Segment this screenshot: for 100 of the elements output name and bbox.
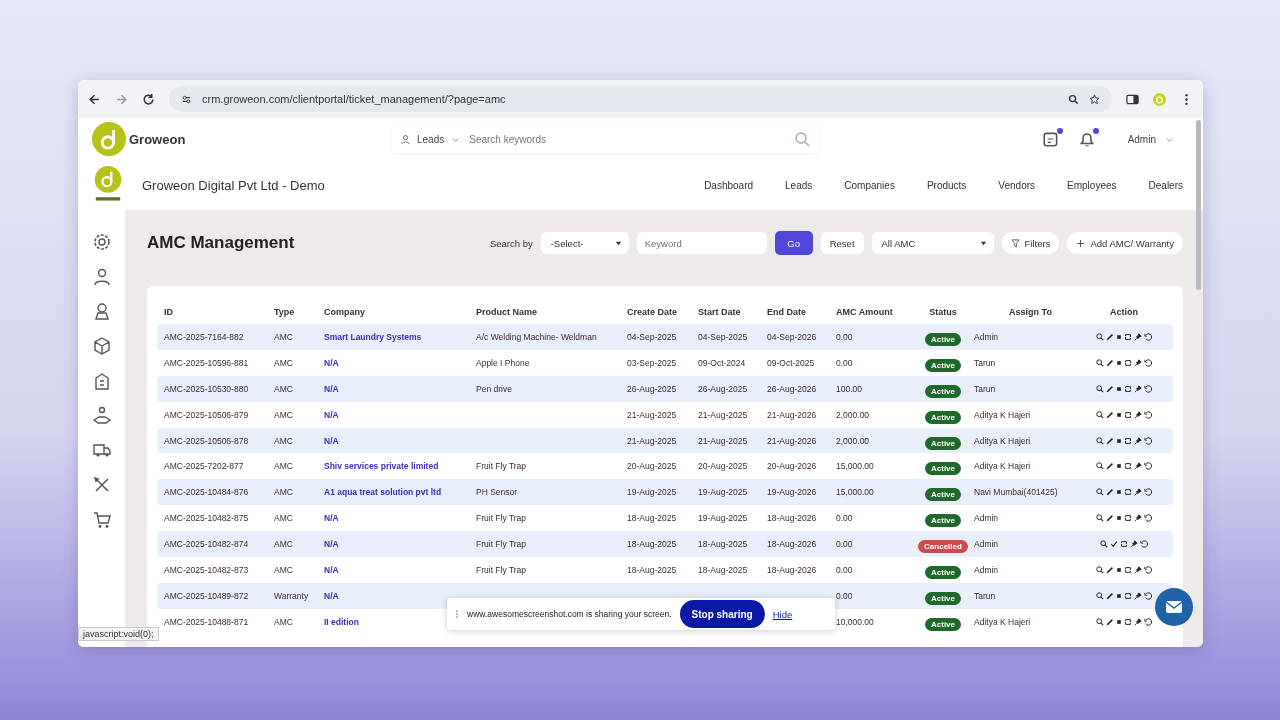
assignee-cell: Tarun (974, 357, 996, 368)
product-cell: Pen drive (476, 383, 512, 394)
date-cell: 19-Aug-2026 (767, 487, 817, 498)
column-header: Product Name (476, 307, 538, 317)
company-link[interactable]: Shiv services private limited (324, 461, 439, 472)
amount-cell: 15,000.00 (836, 461, 874, 472)
nav-link[interactable]: Leads (779, 179, 819, 191)
type-cell: AMC (274, 409, 293, 420)
company-link[interactable]: N/A (324, 383, 339, 394)
add-button[interactable]: Add AMC/ Warranty (1067, 232, 1183, 254)
company-link[interactable]: N/A (324, 409, 339, 420)
product-cell: PH Sensor (476, 487, 518, 498)
product-cell: Fruit Fly Trap (476, 513, 527, 524)
search-scope[interactable]: Leads (417, 133, 445, 145)
assignee-cell: Admin (974, 539, 999, 550)
date-cell: 20-Aug-2025 (698, 461, 748, 472)
status-badge: Active (925, 488, 961, 502)
type-cell: AMC (274, 513, 293, 524)
search-by-select[interactable]: -Select- (540, 232, 629, 254)
nav-link[interactable]: Employees (1061, 179, 1123, 191)
column-header: Create Date (627, 307, 679, 317)
status-badge: Cancelled (918, 540, 968, 554)
nav-link[interactable]: Products (920, 179, 973, 191)
id-cell: AMC-2025-10506-879 (164, 409, 249, 420)
company-link[interactable]: II edition (324, 616, 359, 627)
id-cell: AMC-2025-10484-876 (164, 487, 249, 498)
type-select[interactable]: All AMC (871, 232, 994, 254)
date-cell: 04-Sep-2025 (698, 331, 748, 342)
type-cell: AMC (274, 616, 293, 627)
id-cell: AMC-2025-10482-874 (164, 539, 249, 550)
status-badge: Active (925, 565, 961, 579)
nav-link[interactable]: Companies (838, 179, 901, 191)
reset-button[interactable]: Reset (820, 232, 864, 254)
type-cell: Warranty (274, 590, 309, 601)
nav-link[interactable]: Dealers (1142, 179, 1189, 191)
column-header: End Date (767, 307, 807, 317)
nav-link[interactable]: Vendors (992, 179, 1042, 191)
type-cell: AMC (274, 383, 293, 394)
date-cell: 21-Aug-2026 (767, 435, 817, 446)
company-link[interactable]: N/A (324, 357, 339, 368)
date-cell: 19-Aug-2025 (627, 487, 677, 498)
company-link[interactable]: N/A (324, 513, 339, 524)
date-cell: 18-Aug-2025 (627, 513, 677, 524)
date-cell: 18-Aug-2025 (627, 564, 677, 575)
amount-cell: 0.00 (836, 564, 853, 575)
company-link[interactable]: A1 aqua treat solution pvt ltd (324, 487, 442, 498)
keyword-field[interactable]: Keyword (636, 232, 767, 254)
assignee-cell: Aditya K Hajeri (974, 409, 1031, 420)
assignee-cell: Tarun (974, 383, 996, 394)
id-cell: AMC-2025-10482-875 (164, 513, 249, 524)
date-cell: 20-Aug-2025 (627, 461, 677, 472)
product-cell: Apple I Phone (476, 357, 530, 368)
address-bar[interactable]: crm.groweon.com/clientportal/ticket_management/?page=amc (169, 86, 1112, 112)
id-cell: AMC-2025-10506-878 (164, 435, 249, 446)
search-field[interactable]: Leads Search keywords (392, 125, 818, 153)
date-cell: 04-Sep-2026 (767, 331, 817, 342)
date-cell: 18-Aug-2026 (767, 513, 817, 524)
column-header: AMC Amount (836, 307, 894, 317)
assignee-cell: Tarun (974, 590, 996, 601)
product-cell: A/c Welding Machine- Weldman (476, 331, 597, 342)
filters-button[interactable]: Filters (1001, 232, 1060, 254)
status-badge: Active (925, 436, 961, 450)
nav-link[interactable]: Dashboard (698, 179, 760, 191)
company-link[interactable]: N/A (324, 435, 339, 446)
id-cell: AMC-2025-10596-881 (164, 357, 249, 368)
company-link[interactable]: N/A (324, 539, 339, 550)
date-cell: 21-Aug-2026 (767, 409, 817, 420)
status-bar: javascript:void(0); (78, 627, 159, 641)
stop-sharing-button[interactable]: Stop sharing (679, 600, 765, 628)
status-badge: Active (925, 462, 961, 476)
type-cell: AMC (274, 331, 293, 342)
hide-link[interactable]: Hide (772, 608, 793, 620)
date-cell: 21-Aug-2025 (698, 435, 748, 446)
status-badge: Active (925, 617, 961, 631)
amount-cell: 10,000.00 (836, 616, 874, 627)
amount-cell: 0.00 (836, 357, 853, 368)
date-cell: 20-Aug-2026 (767, 461, 817, 472)
status-badge: Active (925, 384, 961, 398)
assignee-cell: Aditya K Hajeri (974, 461, 1031, 472)
status-badge: Active (925, 410, 961, 424)
date-cell: 26-Aug-2025 (698, 383, 748, 394)
company-link[interactable]: N/A (324, 564, 339, 575)
date-cell: 03-Sep-2025 (627, 357, 677, 368)
date-cell: 21-Aug-2025 (627, 435, 677, 446)
status-badge: Active (925, 358, 961, 372)
go-button[interactable]: Go (774, 231, 813, 255)
company-link[interactable]: Smart Laundry Systems (324, 331, 422, 342)
company-link[interactable]: N/A (324, 590, 339, 601)
column-header: Action (1109, 307, 1139, 317)
company-name: Groweon Digital Pvt Ltd - Demo (142, 177, 325, 193)
date-cell: 09-Oct-2025 (767, 357, 815, 368)
product-cell: Fruit Fly Trap (476, 461, 527, 472)
status-badge: Active (925, 514, 961, 528)
column-header: ID (164, 307, 174, 317)
amount-cell: 15,000.00 (836, 487, 874, 498)
column-header: Type (274, 307, 296, 317)
id-cell: AMC-2025-7202-877 (164, 461, 244, 472)
column-header: Assign To (1008, 307, 1053, 317)
date-cell: 09-Oct-2024 (698, 357, 746, 368)
user-menu[interactable]: Admin (1127, 133, 1156, 145)
